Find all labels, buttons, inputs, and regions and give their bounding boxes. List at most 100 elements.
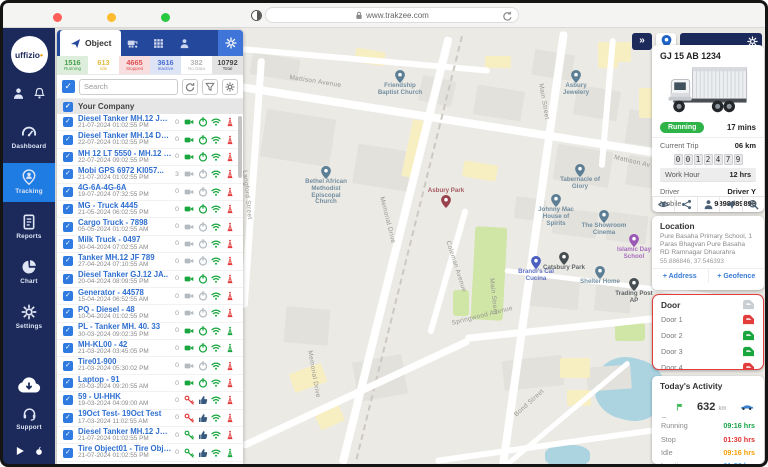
vehicle-row[interactable]: MG - Truck 4445 21-05-2024 06:02:55 PM 0 — [57, 201, 243, 218]
vehicle-row[interactable]: MH 12 LT 5550 - MH.12 JF 7... 22-07-2024… — [57, 149, 243, 166]
network-status-icon — [211, 256, 221, 266]
map-canvas[interactable]: Mattison AvenueMattison AvMemorial Drive… — [55, 28, 765, 464]
vehicle-row[interactable]: Generator - 44578 15-04-2024 06:52:55 AM… — [57, 288, 243, 305]
tool-icon — [748, 199, 759, 210]
vehicle-row[interactable]: 19Oct Test- 19Oct Test 17-03-2024 11:02:… — [57, 410, 243, 427]
vehicle-row[interactable]: Diesel Tanker GJ.12 JA.. 20-04-2024 08:0… — [57, 271, 243, 288]
vehicle-checkbox[interactable] — [63, 274, 73, 284]
vehicle-row[interactable]: Tire Object01 - Tire Object... 21-07-202… — [57, 444, 243, 461]
sidebar-item-reports[interactable]: Reports — [3, 208, 55, 247]
vehicle-row[interactable]: Tire01-900 21-03-2024 05:30:02 PM 0 — [57, 357, 243, 374]
apple-store-icon[interactable] — [34, 446, 44, 456]
filter-button[interactable] — [202, 79, 218, 95]
vehicle-checkbox[interactable] — [63, 361, 73, 371]
vehicle-checkbox[interactable] — [63, 117, 73, 127]
camera-status-icon — [184, 256, 194, 266]
sidebar-item-settings[interactable]: Settings — [3, 298, 55, 337]
tab-icon — [70, 38, 81, 49]
vehicle-checkbox[interactable] — [63, 448, 73, 458]
vehicle-checkbox[interactable] — [63, 152, 73, 162]
sidebar-item-chart[interactable]: Chart — [3, 253, 55, 292]
vehicle-row[interactable]: Cargo Truck - 7898 05-05-2024 01:02:55 A… — [57, 218, 243, 235]
sidebar-item-dashboard[interactable]: Dashboard — [3, 118, 55, 157]
panel-settings-button[interactable] — [218, 30, 243, 56]
window-minimize-button[interactable] — [107, 13, 116, 22]
vehicle-row[interactable]: Diesel Tanker MH.12 JF 7... 21-07-2024 0… — [57, 427, 243, 444]
vehicle-checkbox[interactable] — [63, 222, 73, 232]
user-icon[interactable] — [12, 87, 25, 100]
navigate-button[interactable] — [719, 197, 741, 212]
search-input[interactable] — [79, 79, 178, 95]
status-stat[interactable]: 1516 Running — [57, 56, 88, 74]
vehicle-checkbox[interactable] — [63, 413, 73, 423]
vehicle-checkbox[interactable] — [63, 169, 73, 179]
tab-object[interactable]: Object — [60, 30, 121, 56]
tab-grid[interactable] — [147, 30, 173, 56]
status-stat[interactable]: 3616 Inactive — [150, 56, 181, 74]
vehicle-checkbox[interactable] — [63, 395, 73, 405]
vehicle-last-update: 21-03-2024 05:30:02 PM — [78, 366, 172, 373]
status-stat[interactable]: 10792 Total — [212, 56, 243, 74]
vehicle-last-update: 21-07-2024 01:02:55 PM — [78, 175, 172, 182]
vehicle-checkbox[interactable] — [63, 326, 73, 336]
vehicle-row[interactable]: Tanker MH.12 JF 789 27-04-2024 07:10:55 … — [57, 253, 243, 270]
company-group-row[interactable]: Your Company — [57, 99, 243, 114]
select-all-checkbox[interactable] — [62, 80, 75, 93]
refresh-button[interactable] — [182, 79, 198, 95]
vehicle-last-update: 30-04-2024 07:02:55 AM — [78, 245, 172, 252]
collapse-panel-button[interactable]: » — [632, 33, 652, 50]
tab-driver[interactable] — [173, 30, 199, 56]
sidebar-item-support[interactable]: Support — [3, 400, 55, 438]
window-maximize-button[interactable] — [161, 13, 170, 22]
add-geofence-button[interactable]: + Geofence — [708, 269, 765, 283]
vehicle-row[interactable]: Milk Truck - 0497 30-04-2024 07:02:55 AM… — [57, 236, 243, 253]
status-stat[interactable]: 382 No Data — [181, 56, 212, 74]
vehicle-last-update: 19-07-2024 07:32:55 PM — [78, 192, 172, 199]
sidebar-item-icon — [21, 259, 37, 275]
cloud-download-icon[interactable] — [17, 376, 41, 394]
vehicle-checkbox[interactable] — [63, 204, 73, 214]
view-button[interactable] — [652, 197, 674, 212]
reload-icon[interactable] — [502, 11, 513, 22]
vehicle-checkbox[interactable] — [63, 187, 73, 197]
list-settings-button[interactable] — [222, 79, 238, 95]
bell-icon[interactable] — [33, 87, 46, 100]
camera-status-icon — [184, 274, 194, 284]
play-store-icon[interactable] — [15, 446, 25, 456]
vehicle-checkbox[interactable] — [63, 256, 73, 266]
vehicle-row[interactable]: Diesel Tanker MH.12 JF 7... 21-07-2024 0… — [57, 114, 243, 131]
vehicle-checkbox[interactable] — [63, 291, 73, 301]
list-scrollbar[interactable] — [238, 116, 242, 178]
vehicle-checkbox[interactable] — [63, 308, 73, 318]
driver-button[interactable] — [697, 197, 719, 212]
vehicle-checkbox[interactable] — [63, 378, 73, 388]
zoom-to-location-button[interactable] — [742, 197, 764, 212]
network-status-icon — [211, 326, 221, 336]
vehicle-row[interactable]: Mobi GPS 6972 KI057... 21-07-2024 01:02:… — [57, 166, 243, 183]
vehicle-row[interactable]: 4G-6A-4G-6A 19-07-2024 07:32:55 PM 0 — [57, 184, 243, 201]
status-stat[interactable]: 613 Idle — [88, 56, 119, 74]
share-button[interactable] — [674, 197, 696, 212]
vehicle-row[interactable]: PQ - Diesel - 48 10-04-2024 01:02:55 PM … — [57, 305, 243, 322]
vehicle-row[interactable]: 59 - UI-HHK 19-03-2024 04:09:00 AM 0 — [57, 392, 243, 409]
window-close-button[interactable] — [53, 13, 62, 22]
status-stat[interactable]: 4665 Stopped — [119, 56, 150, 74]
vehicle-row[interactable]: IC4000 - IC4000 0 — [57, 462, 243, 464]
sidebar-item-tracking[interactable]: Tracking — [3, 163, 55, 202]
url-text: www.trakzee.com — [366, 11, 429, 20]
ignition-status-icon — [198, 169, 208, 179]
add-address-button[interactable]: + Address — [652, 269, 708, 283]
vehicle-row[interactable]: Laptop - 91 20-03-2024 09:20:55 AM 0 — [57, 375, 243, 392]
ignition-status-icon — [198, 291, 208, 301]
address-bar[interactable]: www.trakzee.com — [265, 7, 519, 23]
vehicle-row[interactable]: MH-KL00 - 42 21-03-2024 03:45:05 PM 0 — [57, 340, 243, 357]
vehicle-checkbox[interactable] — [63, 343, 73, 353]
vehicle-row[interactable]: Diesel Tanker MH.14 DM... 22-07-2024 01:… — [57, 131, 243, 148]
company-checkbox[interactable] — [63, 102, 73, 112]
vehicle-checkbox[interactable] — [63, 430, 73, 440]
door-icon — [742, 299, 755, 310]
vehicle-row[interactable]: PL - Tanker MH. 40. 33 30-03-2024 09:02:… — [57, 323, 243, 340]
tab-trailer[interactable] — [121, 30, 147, 56]
vehicle-checkbox[interactable] — [63, 239, 73, 249]
vehicle-checkbox[interactable] — [63, 135, 73, 145]
